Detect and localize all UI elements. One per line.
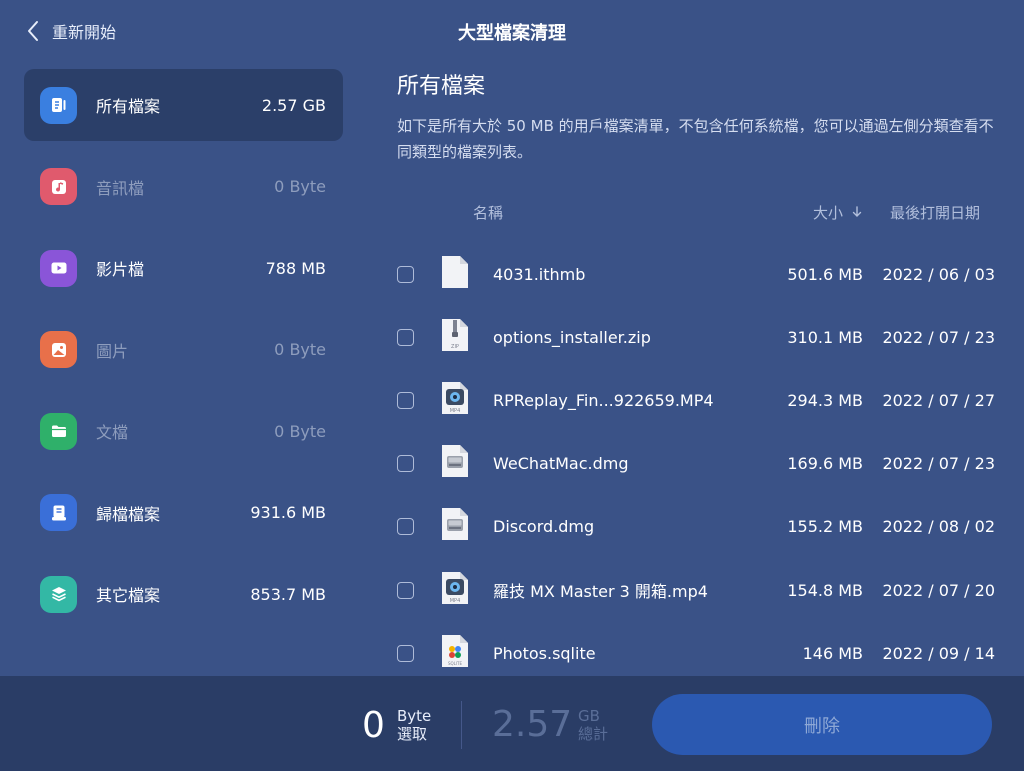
disk-image-icon: [442, 508, 468, 540]
svg-text:MP4: MP4: [450, 598, 461, 604]
top-bar: 重新開始 大型檔案清理: [0, 0, 1024, 62]
sidebar-item-other[interactable]: 其它檔案 853.7 MB: [24, 558, 343, 630]
total-size-value: 2.57: [492, 704, 573, 745]
file-checkbox[interactable]: [397, 391, 414, 409]
file-checkbox[interactable]: [397, 581, 414, 599]
audio-file-icon: [40, 168, 77, 205]
sidebar-item-label: 影片檔: [96, 260, 145, 279]
app-title: 大型檔案清理: [458, 23, 566, 44]
folder-icon: [40, 412, 77, 450]
file-size: 154.8 MB: [787, 580, 863, 600]
sidebar-item-size: 0 Byte: [274, 340, 326, 359]
video-file-icon: [40, 249, 77, 287]
file-size: 501.6 MB: [787, 264, 863, 284]
sidebar-item-audio[interactable]: 音訊檔 0 Byte: [24, 151, 343, 223]
sort-down-icon: [852, 206, 861, 217]
file-name: 4031.ithmb: [493, 264, 586, 284]
file-checkbox[interactable]: [397, 517, 414, 535]
sidebar-item-label: 文檔: [96, 423, 129, 442]
main-panel: 所有檔案 如下是所有大於 50 MB 的用戶檔案清單，不包含任何系統檔，您可以通…: [397, 62, 1002, 165]
sidebar-item-archives[interactable]: 歸檔檔案 931.6 MB: [24, 477, 343, 549]
total-unit: GB: [578, 707, 600, 725]
picture-file-icon: [40, 331, 77, 368]
file-size: 155.2 MB: [787, 516, 863, 536]
file-size: 310.1 MB: [787, 327, 863, 347]
file-checkbox[interactable]: [397, 265, 414, 283]
selected-unit: Byte: [397, 707, 432, 725]
file-name: Photos.sqlite: [493, 643, 596, 663]
file-date: 2022 / 09 / 14: [882, 643, 995, 663]
file-date: 2022 / 08 / 02: [882, 516, 995, 536]
sidebar-item-size: 0 Byte: [274, 177, 326, 196]
file-date: 2022 / 06 / 03: [882, 264, 995, 284]
sidebar-item-label: 圖片: [96, 341, 129, 361]
column-header-size[interactable]: 大小: [813, 202, 862, 223]
sidebar-item-label: 所有檔案: [96, 97, 161, 116]
sidebar-item-label: 歸檔檔案: [96, 504, 161, 524]
archive-file-icon: [40, 494, 77, 531]
file-row[interactable]: WeChatMac.dmg 169.6 MB 2022 / 07 / 23: [397, 438, 997, 488]
sidebar-item-size: 931.6 MB: [250, 503, 326, 522]
file-name: RPReplay_Fin...922659.MP4: [493, 390, 714, 410]
sidebar-item-video[interactable]: 影片檔 788 MB: [24, 232, 343, 304]
file-size: 169.6 MB: [787, 453, 863, 473]
file-row[interactable]: ZIP options_installer.zip 310.1 MB 2022 …: [397, 312, 997, 362]
total-label: 總計: [578, 725, 609, 743]
sidebar-item-size: 788 MB: [265, 258, 326, 278]
sidebar-item-documents[interactable]: 文檔 0 Byte: [24, 395, 343, 467]
file-date: 2022 / 07 / 20: [882, 580, 995, 600]
svg-text:MP4: MP4: [450, 408, 461, 414]
file-date: 2022 / 07 / 23: [882, 327, 995, 347]
column-header-last-opened[interactable]: 最後打開日期: [890, 202, 980, 223]
sidebar-item-size: 853.7 MB: [250, 584, 326, 604]
column-header-name[interactable]: 名稱: [473, 202, 503, 223]
sidebar-item-label: 其它檔案: [96, 586, 161, 605]
divider: [461, 701, 462, 749]
bottom-bar: 0 Byte 選取 2.57 GB 總計 刪除: [0, 676, 1024, 771]
svg-text:ZIP: ZIP: [451, 344, 459, 350]
layers-icon: [40, 575, 77, 613]
document-icon: [442, 256, 468, 288]
file-name: 羅技 MX Master 3 開箱.mp4: [493, 582, 708, 601]
sidebar-item-label: 音訊檔: [96, 178, 145, 198]
column-header-size-label: 大小: [813, 204, 844, 222]
file-checkbox[interactable]: [397, 454, 414, 472]
file-size: 146 MB: [802, 643, 863, 663]
file-date: 2022 / 07 / 23: [882, 453, 995, 473]
zip-file-icon: ZIP: [442, 319, 468, 351]
selected-size-unit: Byte 選取: [397, 707, 431, 743]
selected-label: 選取: [397, 725, 428, 743]
sqlite-file-icon: SQLITE: [442, 635, 468, 667]
disk-image-icon: [442, 445, 468, 477]
file-name: options_installer.zip: [493, 327, 651, 347]
file-row[interactable]: MP4 RPReplay_Fin...922659.MP4 294.3 MB 2…: [397, 375, 997, 425]
category-sidebar: 所有檔案 2.57 GB 音訊檔 0 Byte 影片檔 788 MB 圖片 0 …: [24, 69, 343, 640]
sidebar-item-size: 2.57 GB: [261, 95, 326, 115]
mp4-file-icon: MP4: [442, 572, 468, 604]
sidebar-item-size: 0 Byte: [274, 421, 326, 441]
file-checkbox[interactable]: [397, 644, 414, 662]
file-row[interactable]: Discord.dmg 155.2 MB 2022 / 08 / 02: [397, 501, 997, 551]
file-row[interactable]: MP4 羅技 MX Master 3 開箱.mp4 154.8 MB 2022 …: [397, 565, 997, 615]
file-row[interactable]: 4031.ithmb 501.6 MB 2022 / 06 / 03: [397, 249, 997, 299]
page-description: 如下是所有大於 50 MB 的用戶檔案清單，不包含任何系統檔，您可以通過左側分類…: [397, 117, 994, 161]
all-files-icon: [40, 86, 77, 124]
sidebar-item-pictures[interactable]: 圖片 0 Byte: [24, 314, 343, 386]
sidebar-item-all-files[interactable]: 所有檔案 2.57 GB: [24, 69, 343, 141]
mp4-file-icon: MP4: [442, 382, 468, 414]
file-row[interactable]: SQLITE Photos.sqlite 146 MB 2022 / 09 / …: [397, 628, 997, 678]
file-size: 294.3 MB: [787, 390, 863, 410]
total-size-unit: GB 總計: [578, 707, 608, 743]
delete-button[interactable]: 刪除: [652, 694, 992, 755]
file-name: WeChatMac.dmg: [493, 453, 629, 473]
selected-size-value: 0: [362, 705, 385, 746]
file-checkbox[interactable]: [397, 328, 414, 346]
file-date: 2022 / 07 / 27: [882, 390, 995, 410]
file-name: Discord.dmg: [493, 516, 595, 536]
page-title: 所有檔案: [397, 74, 486, 99]
svg-text:SQLITE: SQLITE: [448, 661, 463, 666]
